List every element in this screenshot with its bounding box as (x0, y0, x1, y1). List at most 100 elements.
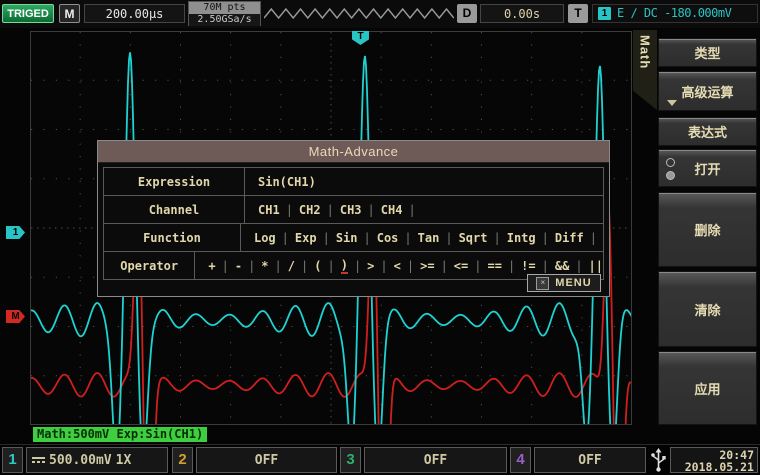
top-status-bar: TRIGED M 200.00μs 70M pts 2.50GSa/s D 0.… (0, 0, 760, 28)
menu-button[interactable]: × MENU (527, 274, 601, 292)
dialog-option[interactable]: < (394, 259, 401, 273)
delay-button[interactable]: D (457, 4, 477, 23)
dialog-option[interactable]: - (235, 259, 242, 273)
option-separator: | (404, 231, 411, 245)
dialog-option[interactable]: * (261, 259, 268, 273)
option-separator: | (354, 259, 361, 273)
option-separator: | (286, 203, 293, 217)
option-separator: | (364, 231, 371, 245)
option-separator: | (327, 203, 334, 217)
dialog-option[interactable]: <= (454, 259, 468, 273)
sample-rate: 2.50GSa/s (189, 14, 260, 26)
channel-status-bar: 20:47 2018.05.21 1500.00mV1X2OFF3OFF4OFF (0, 444, 760, 475)
option-separator: | (542, 231, 549, 245)
dialog-option[interactable]: Tan (418, 231, 440, 245)
dialog-row-label: Function (104, 224, 241, 251)
dialog-option[interactable]: CH2 (299, 203, 321, 217)
dialog-option[interactable]: Log (254, 231, 276, 245)
dialog-option[interactable]: Sin (336, 231, 358, 245)
sidebar-button-6[interactable]: 应用 (658, 351, 757, 425)
dialog-option[interactable]: + (208, 259, 215, 273)
math-tab-label: Math (638, 35, 653, 69)
dialog-option[interactable]: Cos (377, 231, 399, 245)
option-separator: | (380, 259, 387, 273)
sidebar-button-2[interactable]: 表达式 (658, 117, 757, 146)
trigger-settings-readout: E ∕ DC -180.000mV (617, 4, 731, 23)
option-separator: | (301, 259, 308, 273)
math-advance-dialog: Math-Advance ExpressionSin(CH1)ChannelCH… (97, 140, 610, 297)
dialog-option[interactable]: > (367, 259, 374, 273)
math-level-marker[interactable]: M (6, 310, 25, 323)
dialog-row-value: CH1 | CH2 | CH3 | CH4 | (245, 196, 603, 223)
dialog-row-label: Channel (104, 196, 245, 223)
trigger-button[interactable]: T (568, 4, 588, 23)
dialog-title: Math-Advance (98, 141, 609, 163)
trigger-info: 1 E ∕ DC -180.000mV (592, 4, 758, 23)
sidebar-button-1[interactable]: 高级运算 (658, 71, 757, 111)
math-menu-tab[interactable]: Math (633, 30, 657, 110)
close-box-icon: × (536, 277, 549, 290)
dialog-option[interactable]: Exp (295, 231, 317, 245)
channel1-level-marker[interactable]: 1 (6, 226, 25, 239)
timebase-mode-button[interactable]: M (59, 4, 80, 23)
option-separator: | (327, 259, 334, 273)
dialog-row-label: Operator (104, 252, 195, 279)
dialog-row-value: Log|Exp|Sin|Cos|Tan|Sqrt|Intg|Diff| (241, 224, 603, 251)
channel-4-badge[interactable]: 4 (510, 447, 531, 473)
option-separator: | (222, 259, 229, 273)
option-separator: | (474, 259, 481, 273)
channel-1-badge[interactable]: 1 (2, 447, 23, 473)
dialog-option[interactable]: Sqrt (459, 231, 488, 245)
channel-4-status[interactable]: OFF (534, 447, 646, 473)
option-separator: | (248, 259, 255, 273)
option-separator: | (445, 231, 452, 245)
sidebar-button-label: 打开 (694, 159, 720, 178)
dialog-row: ExpressionSin(CH1) (104, 168, 603, 196)
option-separator: | (275, 259, 282, 273)
channel-volts: 500.00mV (49, 453, 112, 468)
dialog-option[interactable]: ) (341, 258, 348, 274)
dialog-table: ExpressionSin(CH1)ChannelCH1|CH2|CH3|CH4… (103, 167, 604, 280)
sidebar-button-label: 高级运算 (681, 82, 733, 101)
channel-3-badge[interactable]: 3 (340, 447, 361, 473)
dialog-option[interactable]: Diff (555, 231, 584, 245)
sidebar-button-4[interactable]: 删除 (658, 192, 757, 267)
sidebar-button-label: 类型 (694, 43, 720, 62)
acquisition-info: 70M pts 2.50GSa/s (188, 1, 261, 26)
sidebar-button-label: 删除 (694, 220, 720, 239)
radio-toggle-icon (666, 158, 675, 184)
dialog-option[interactable]: / (288, 259, 295, 273)
option-separator: | (542, 259, 549, 273)
channel-3-status[interactable]: OFF (364, 447, 507, 473)
channel-2-badge[interactable]: 2 (172, 447, 193, 473)
menu-button-label: MENU (555, 277, 591, 289)
timebase-value: 200.00μs (84, 4, 185, 23)
dialog-option[interactable]: ( (314, 259, 321, 273)
option-separator: | (368, 203, 375, 217)
dialog-option[interactable]: >= (420, 259, 434, 273)
dialog-option[interactable]: CH4 (381, 203, 403, 217)
dialog-option[interactable]: != (521, 259, 535, 273)
dialog-option[interactable]: == (487, 259, 501, 273)
dialog-option[interactable]: || (589, 259, 603, 273)
option-separator: | (408, 203, 415, 217)
sidebar-button-5[interactable]: 清除 (658, 271, 757, 347)
zigzag-icon (264, 6, 454, 25)
dialog-option[interactable]: CH3 (340, 203, 362, 217)
sidebar-button-0[interactable]: 类型 (658, 38, 757, 67)
channel-2-status[interactable]: OFF (196, 447, 337, 473)
option-separator: | (508, 259, 515, 273)
oscilloscope-screen: TRIGED M 200.00μs 70M pts 2.50GSa/s D 0.… (0, 0, 760, 475)
channel-1-status[interactable]: 500.00mV1X (26, 447, 168, 473)
memory-depth: 70M pts (189, 2, 260, 14)
dc-coupling-icon (32, 457, 45, 463)
option-separator: | (282, 231, 289, 245)
dialog-option[interactable]: && (555, 259, 569, 273)
date-value: 2018.05.21 (671, 461, 754, 473)
sidebar-button-label: 表达式 (688, 122, 727, 141)
dialog-row-value: Sin(CH1) (245, 168, 603, 195)
sidebar-button-3[interactable]: 打开 (658, 149, 757, 187)
dialog-option[interactable]: Intg (507, 231, 536, 245)
dialog-option[interactable]: CH1 (258, 203, 280, 217)
dialog-row-label: Expression (104, 168, 245, 195)
